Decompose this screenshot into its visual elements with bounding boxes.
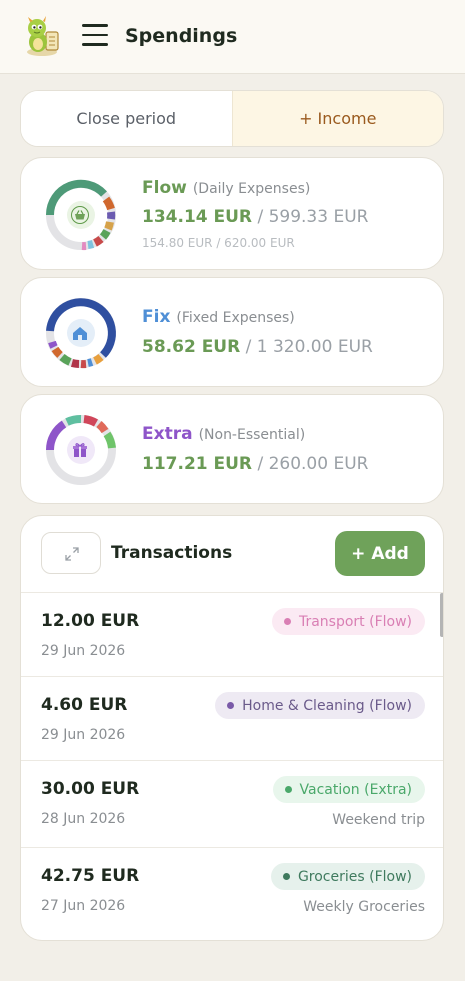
spent-amount: 58.62 EUR [142, 337, 241, 357]
budget-amount: / 1 320.00 EUR [245, 337, 373, 357]
category-name: Flow (Daily Expenses) [142, 178, 310, 198]
transaction-row[interactable]: 4.60 EUR 29 Jun 2026 Home & Cleaning (Fl… [21, 676, 443, 760]
spent-amount: 117.21 EUR [142, 454, 253, 474]
transactions-title: Transactions [111, 543, 233, 563]
transaction-date: 27 Jun 2026 [41, 898, 126, 914]
category-tag: Transport (Flow) [271, 608, 425, 635]
tag-dot [282, 873, 290, 880]
basket-icon [71, 206, 89, 224]
spent-amount: 134.14 EUR [142, 207, 253, 227]
category-label: Extra [142, 424, 193, 444]
category-amounts: 134.14 EUR / 599.33 EUR [142, 207, 368, 227]
category-label: Fix [142, 307, 171, 327]
transaction-note: Weekly Groceries [303, 899, 425, 915]
transaction-note: Weekend trip [332, 812, 425, 828]
transaction-amount: 42.75 EUR [41, 866, 140, 886]
category-amounts: 117.21 EUR / 260.00 EUR [142, 454, 368, 474]
budget-amount: / 599.33 EUR [257, 207, 369, 227]
add-income-button[interactable]: + Income [231, 91, 443, 146]
category-tag: Home & Cleaning (Flow) [215, 692, 425, 719]
tag-label: Vacation (Extra) [299, 781, 413, 798]
tag-dot [284, 786, 292, 793]
transactions-panel: Transactions + Add 12.00 EUR 29 Jun 2026… [20, 515, 444, 941]
list-scrollbar[interactable] [440, 593, 443, 637]
expand-arrows-icon [65, 547, 79, 561]
gift-icon [73, 443, 87, 457]
category-name: Extra (Non-Essential) [142, 424, 305, 444]
transaction-amount: 4.60 EUR [41, 695, 128, 715]
category-amounts: 58.62 EUR / 1 320.00 EUR [142, 337, 373, 357]
category-subtitle: (Daily Expenses) [192, 181, 311, 197]
flow-budget-card[interactable]: Flow (Daily Expenses) 134.14 EUR / 599.33… [20, 157, 444, 270]
fix-budget-card[interactable]: Fix (Fixed Expenses) 58.62 EUR / 1 320.00… [20, 277, 444, 387]
dragon-mascot-icon[interactable] [22, 16, 62, 58]
house-icon [73, 327, 87, 340]
category-tag: Groceries (Flow) [270, 863, 425, 890]
transaction-row[interactable]: 30.00 EUR 28 Jun 2026 Vacation (Extra) W… [21, 760, 443, 847]
period-actions: Close period + Income [20, 90, 444, 147]
tag-label: Transport (Flow) [298, 613, 412, 630]
category-tag: Vacation (Extra) [272, 776, 425, 803]
transaction-date: 28 Jun 2026 [41, 811, 126, 827]
hamburger-menu-icon[interactable] [82, 24, 108, 48]
period-total: 154.80 EUR / 620.00 EUR [142, 236, 295, 250]
expand-button[interactable] [41, 532, 101, 574]
page-title: Spendings [125, 25, 238, 47]
tag-dot [227, 702, 235, 709]
category-subtitle: (Fixed Expenses) [176, 310, 295, 326]
app-header: Spendings [0, 0, 465, 74]
transaction-row[interactable]: 12.00 EUR 29 Jun 2026 Transport (Flow) [21, 592, 443, 676]
category-label: Flow [142, 178, 187, 198]
category-name: Fix (Fixed Expenses) [142, 307, 295, 327]
add-transaction-button[interactable]: + Add [335, 531, 425, 576]
budget-amount: / 260.00 EUR [257, 454, 369, 474]
transaction-date: 29 Jun 2026 [41, 643, 126, 659]
tag-dot [283, 618, 291, 625]
category-subtitle: (Non-Essential) [198, 427, 306, 443]
tag-label: Home & Cleaning (Flow) [242, 697, 412, 714]
transaction-amount: 30.00 EUR [41, 779, 140, 799]
extra-budget-card[interactable]: Extra (Non-Essential) 117.21 EUR / 260.00… [20, 394, 444, 504]
close-period-button[interactable]: Close period [21, 91, 232, 146]
transactions-list: 12.00 EUR 29 Jun 2026 Transport (Flow) 4… [21, 592, 443, 934]
tag-label: Groceries (Flow) [297, 868, 412, 885]
transaction-date: 29 Jun 2026 [41, 727, 126, 743]
transaction-row[interactable]: 42.75 EUR 27 Jun 2026 Groceries (Flow) W… [21, 847, 443, 934]
transaction-amount: 12.00 EUR [41, 611, 140, 631]
